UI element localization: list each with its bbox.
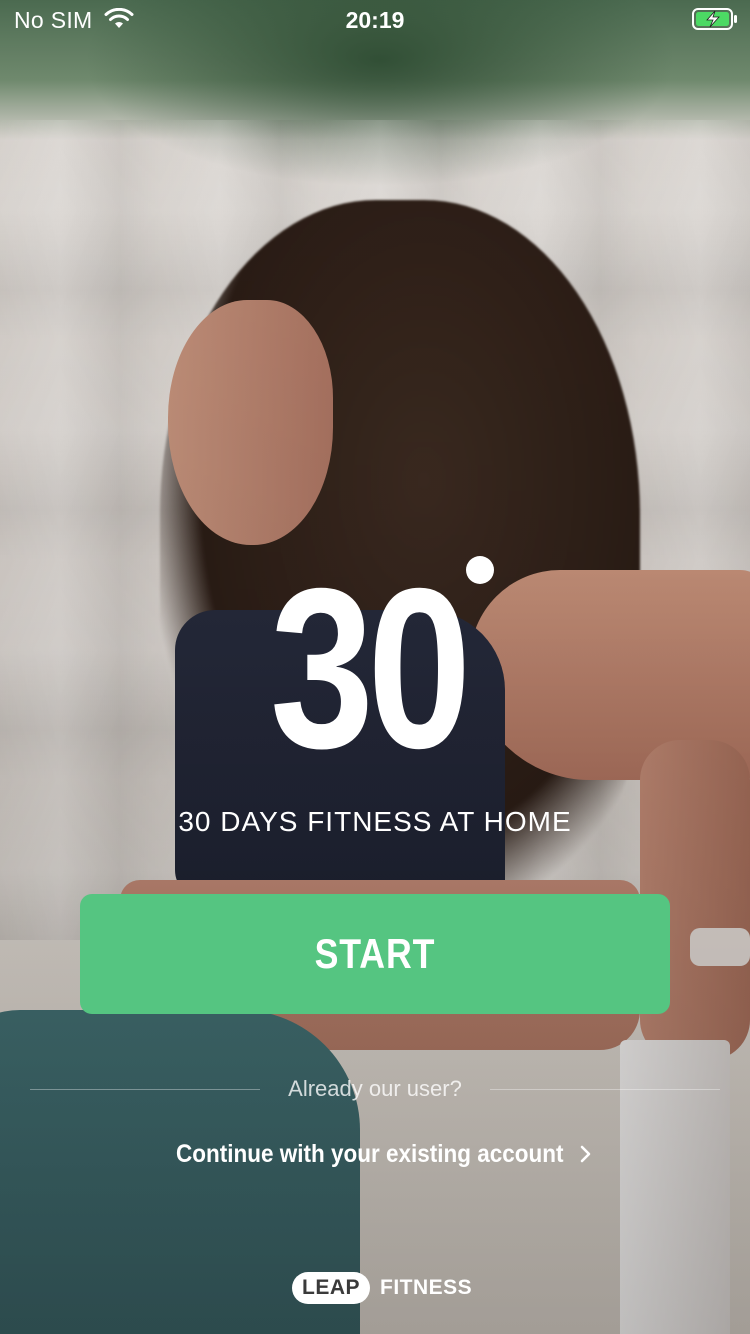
start-button-label: START	[314, 930, 436, 977]
tagline: 30 DAYS FITNESS AT HOME	[178, 806, 572, 837]
brand-word: FITNESS	[380, 1276, 473, 1299]
brand-logo: LEAP FITNESS	[292, 1270, 472, 1306]
continue-link-label: Continue with your existing account	[176, 1139, 564, 1168]
logo-number: 30	[270, 542, 471, 796]
start-button[interactable]: START	[80, 894, 670, 1014]
already-user-prompt: Already our user?	[288, 1076, 462, 1101]
continue-existing-account-link[interactable]: Continue with your existing account	[176, 1136, 606, 1172]
logo-dot	[466, 556, 494, 584]
battery-charging-icon	[692, 8, 737, 30]
brand-pill: LEAP	[292, 1272, 371, 1304]
status-bar: No SIM 20:19	[0, 0, 750, 40]
onboarding-screen: No SIM 20:19 30 30 DAYS FITNESS AT HOME …	[0, 0, 750, 1334]
chevron-right-icon	[580, 1145, 591, 1163]
clock-label: 20:19	[345, 7, 405, 33]
